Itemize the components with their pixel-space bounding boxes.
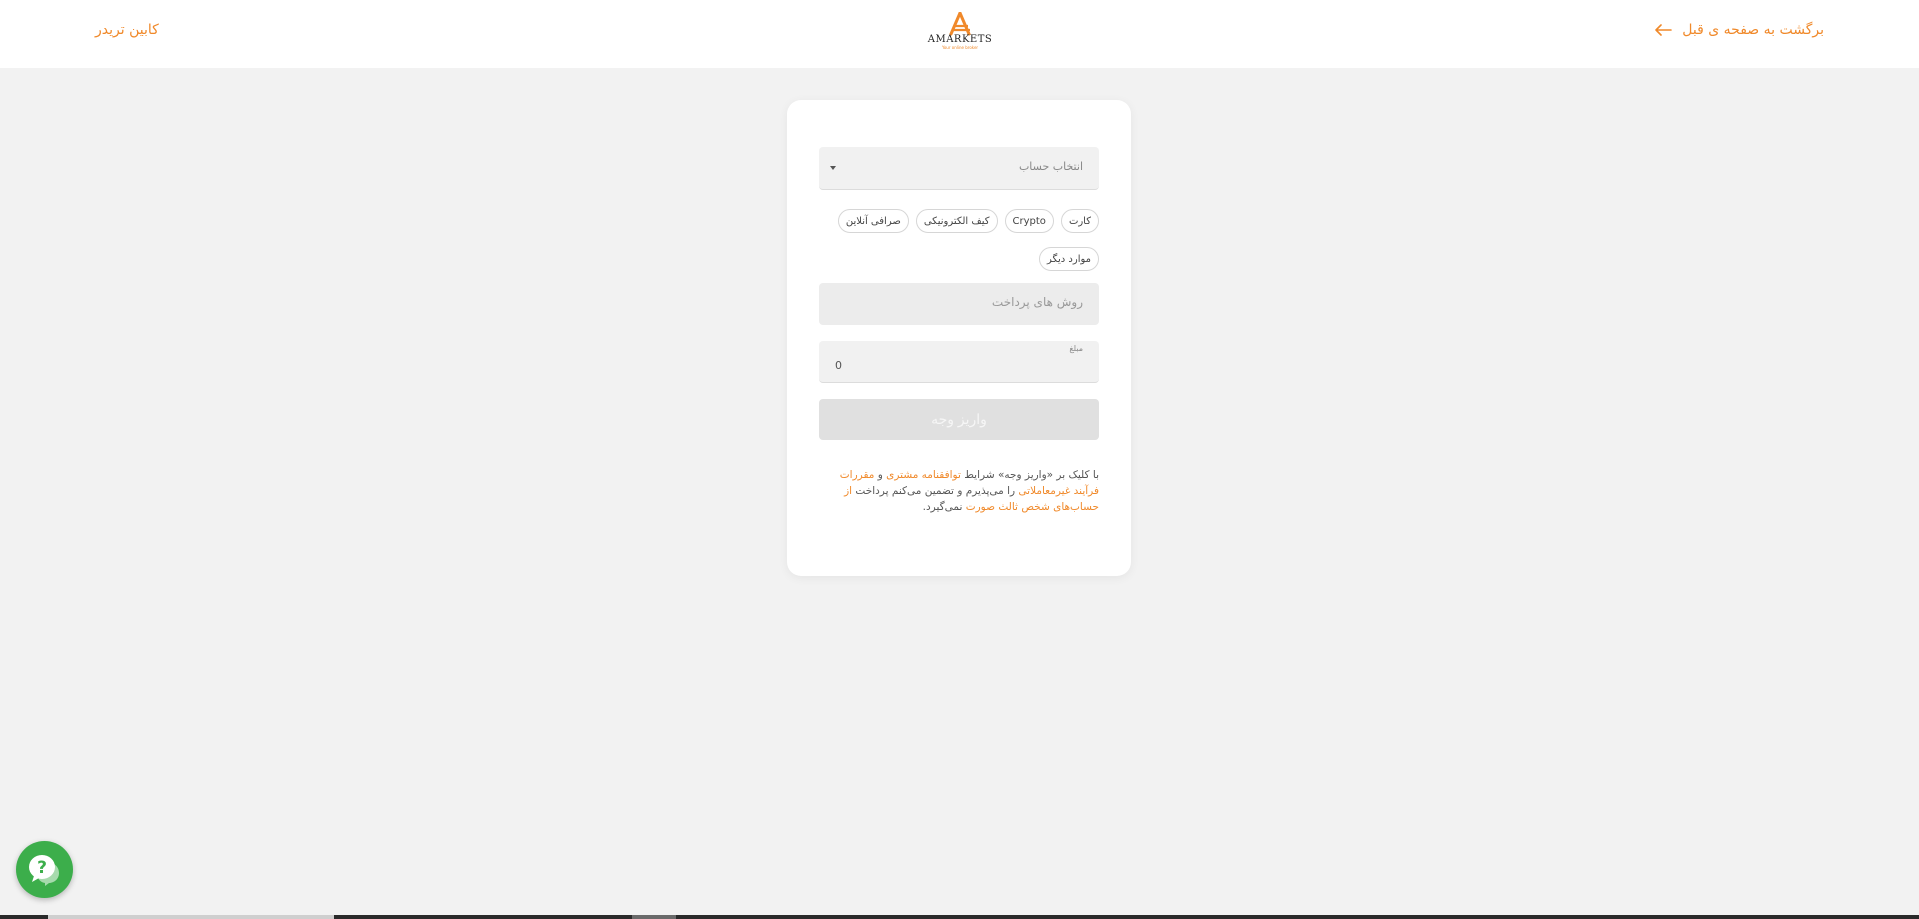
terms-part-2: و	[874, 469, 887, 481]
arrow-left-icon	[1655, 24, 1673, 36]
trader-cabinet-link[interactable]: کابین تریدر	[95, 22, 159, 38]
payment-methods-select[interactable]: روش های پرداخت	[819, 283, 1099, 325]
support-chat-button[interactable]: ?	[16, 841, 73, 898]
chip-card[interactable]: کارت	[1060, 209, 1099, 233]
back-link[interactable]: برگشت به صفحه ی قبل	[1654, 22, 1824, 38]
bottom-strip	[0, 915, 1919, 919]
terms-part-3: را می‌پذیرم و تضمین می‌کنم پرداخت	[852, 485, 1019, 497]
back-label: برگشت به صفحه ی قبل	[1682, 22, 1824, 38]
chip-crypto[interactable]: Crypto	[1004, 209, 1054, 233]
chip-other[interactable]: موارد دیگر	[1038, 247, 1099, 271]
amarkets-logo[interactable]: AMARKETS Your online broker	[926, 12, 994, 56]
logo-text: AMARKETS	[927, 34, 993, 45]
logo-mark-icon	[949, 12, 971, 36]
client-agreement-link[interactable]: توافقنامه مشتری	[886, 469, 961, 481]
chip-online-exchange[interactable]: صرافی آنلاین	[837, 209, 909, 233]
account-select-label: انتخاب حساب	[1018, 160, 1083, 173]
amount-field[interactable]: مبلغ 0	[819, 341, 1099, 383]
amount-label: مبلغ	[1069, 344, 1083, 353]
deposit-card: انتخاب حساب کارت Crypto کیف الکترونیکی ص…	[787, 100, 1131, 576]
payment-method-chips: کارت Crypto کیف الکترونیکی صرافی آنلاین …	[819, 209, 1099, 271]
account-select[interactable]: انتخاب حساب	[819, 147, 1099, 190]
caret-down-icon	[830, 166, 836, 170]
chip-e-wallet[interactable]: کیف الکترونیکی	[915, 209, 998, 233]
terms-part-4: نمی‌گیرد.	[922, 501, 966, 513]
amount-value: 0	[835, 359, 842, 372]
top-bar: برگشت به صفحه ی قبل AMARKETS Your online…	[0, 0, 1919, 68]
logo-tagline: Your online broker	[941, 45, 979, 50]
svg-text:?: ?	[37, 858, 47, 878]
chat-help-icon: ?	[29, 855, 59, 886]
terms-text: با کلیک بر «واریز وجه» شرایط توافقنامه م…	[819, 467, 1099, 515]
payment-methods-placeholder: روش های پرداخت	[991, 295, 1083, 309]
terms-part-1: با کلیک بر «واریز وجه» شرایط	[960, 469, 1099, 481]
deposit-button[interactable]: واریز وجه	[819, 399, 1099, 440]
